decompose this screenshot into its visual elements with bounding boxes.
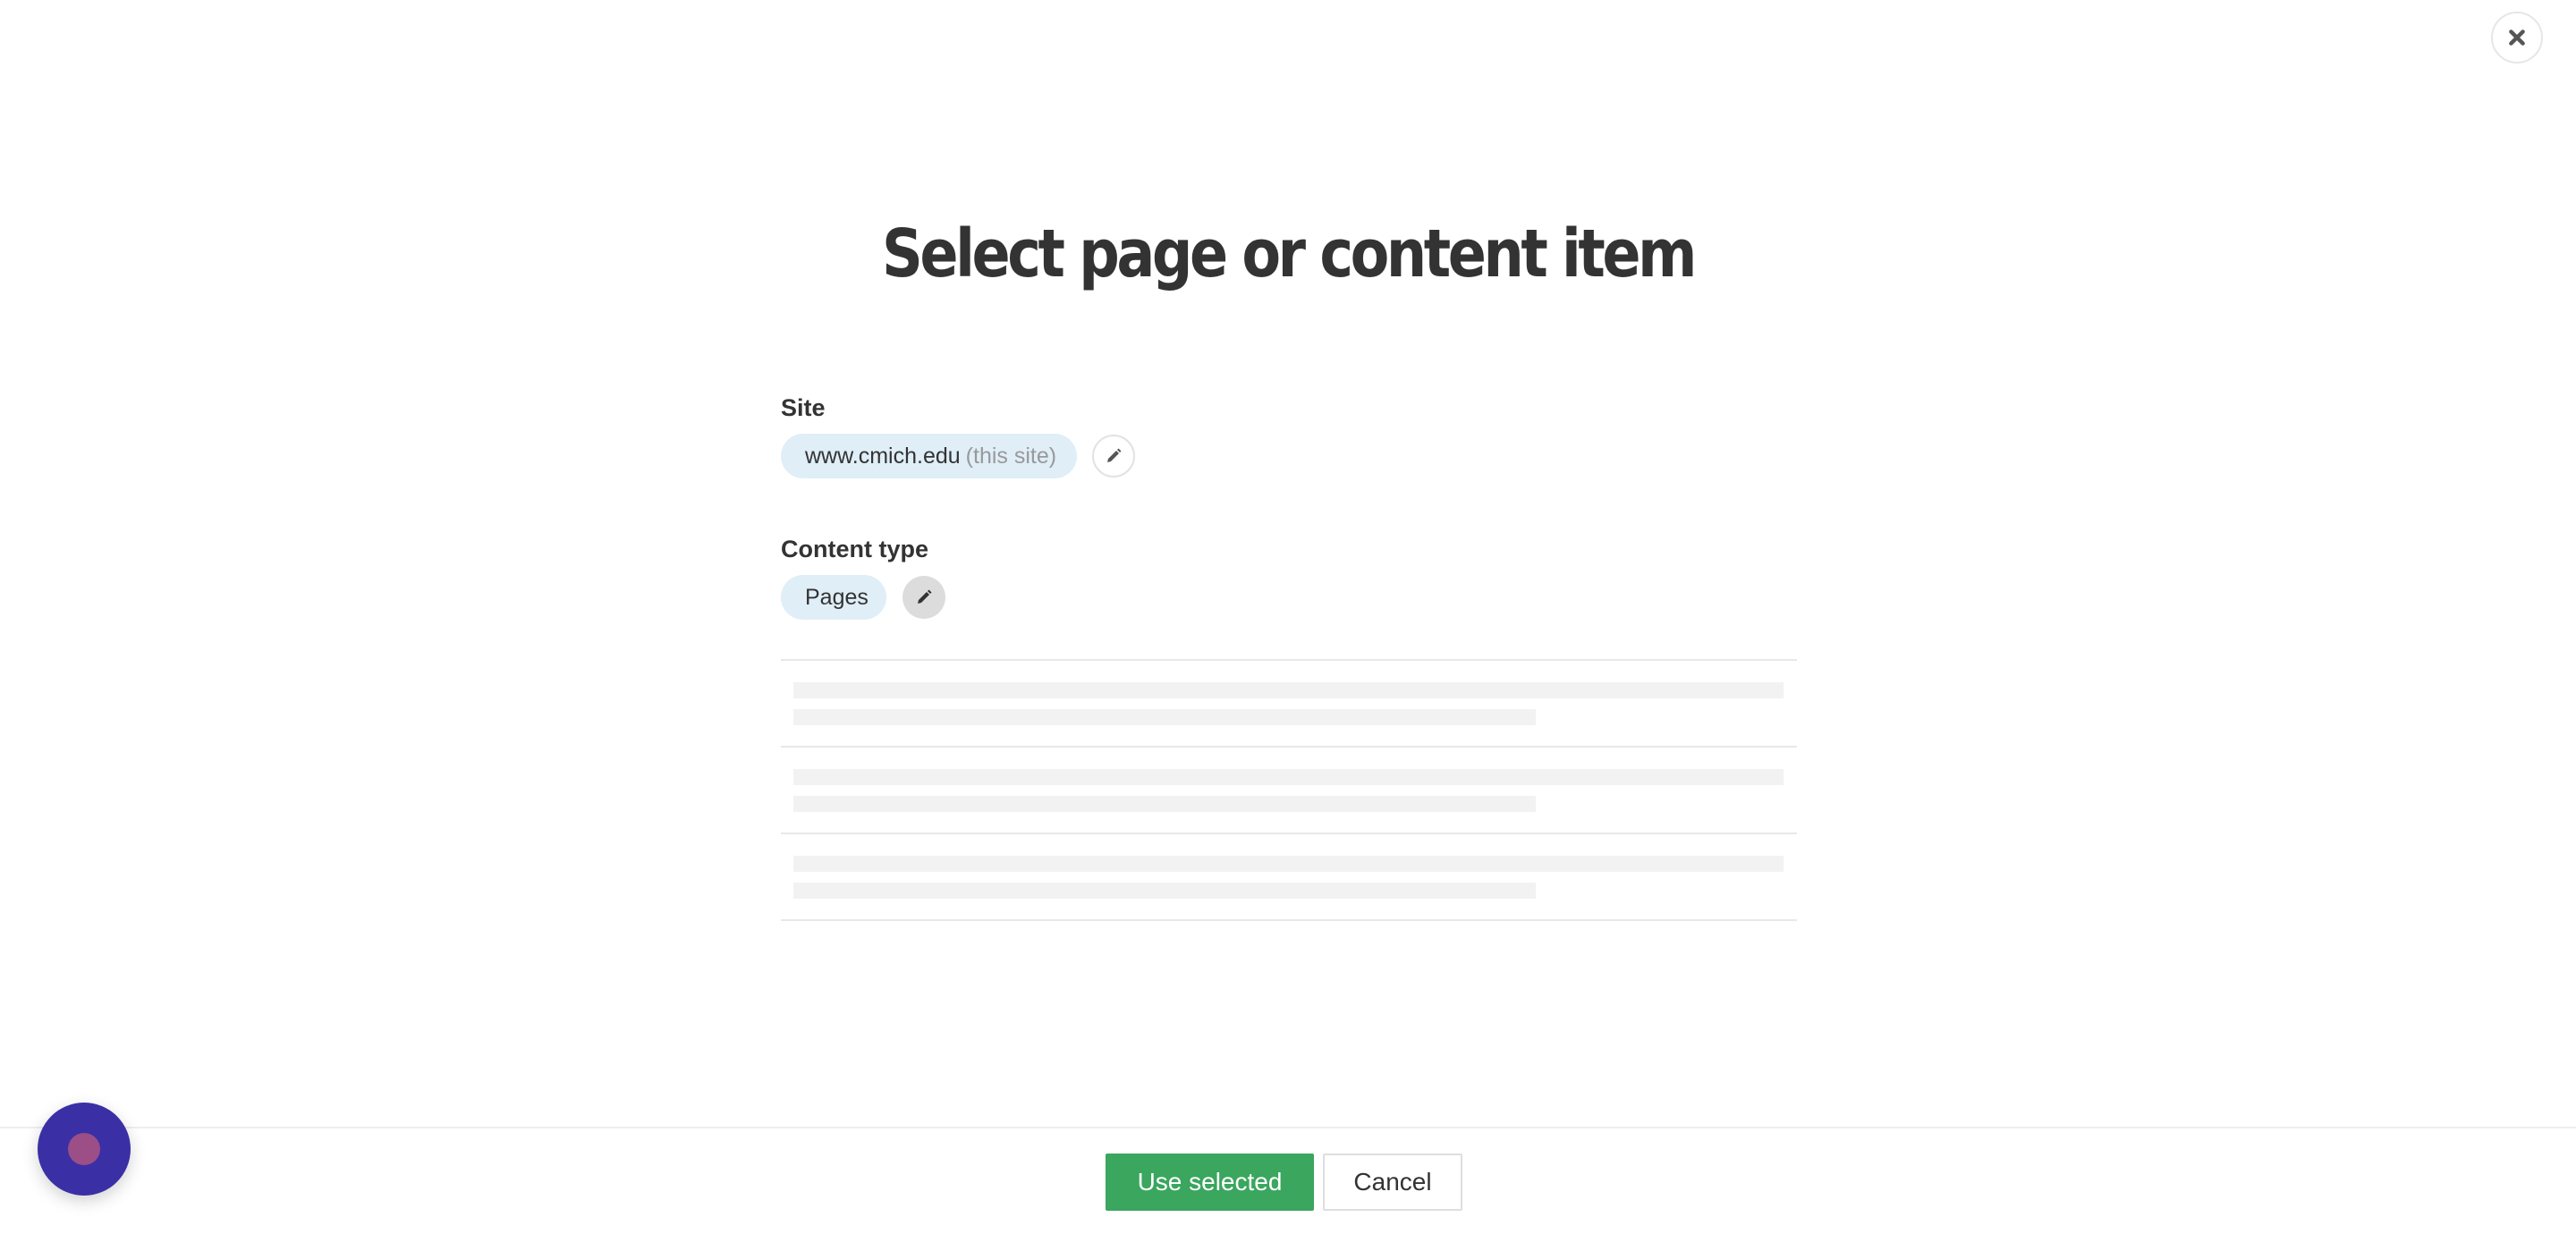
site-note: (this site) xyxy=(965,443,1057,469)
close-button[interactable] xyxy=(2491,12,2543,63)
close-icon xyxy=(2509,30,2525,46)
loading-row xyxy=(781,659,1797,746)
skeleton-line xyxy=(793,856,1784,872)
edit-content-type-button[interactable] xyxy=(902,576,945,619)
skeleton-line xyxy=(793,796,1536,812)
content-type-pill[interactable]: Pages xyxy=(781,575,886,620)
chat-launcher-button[interactable] xyxy=(38,1103,131,1196)
dialog-page: Select page or content item Site www.cmi… xyxy=(0,0,2576,1234)
dialog-title: Select page or content item xyxy=(882,216,1697,292)
content-type-value: Pages xyxy=(805,584,869,610)
cancel-button[interactable]: Cancel xyxy=(1323,1154,1462,1211)
site-pill[interactable]: www.cmich.edu (this site) xyxy=(781,434,1077,478)
dialog-footer: Use selected Cancel xyxy=(0,1127,2576,1234)
site-value: www.cmich.edu xyxy=(805,443,961,469)
pencil-icon xyxy=(918,589,932,604)
pencil-icon xyxy=(1107,448,1122,462)
site-label: Site xyxy=(781,394,826,421)
skeleton-line xyxy=(793,709,1536,725)
content-type-label: Content type xyxy=(781,536,928,562)
skeleton-line xyxy=(793,883,1536,899)
use-selected-button[interactable]: Use selected xyxy=(1106,1154,1314,1211)
results-list xyxy=(781,659,1797,921)
chat-launcher-icon xyxy=(68,1133,100,1165)
loading-row xyxy=(781,746,1797,833)
loading-row xyxy=(781,833,1797,921)
edit-site-button[interactable] xyxy=(1092,435,1135,478)
skeleton-line xyxy=(793,682,1784,698)
skeleton-line xyxy=(793,769,1784,785)
